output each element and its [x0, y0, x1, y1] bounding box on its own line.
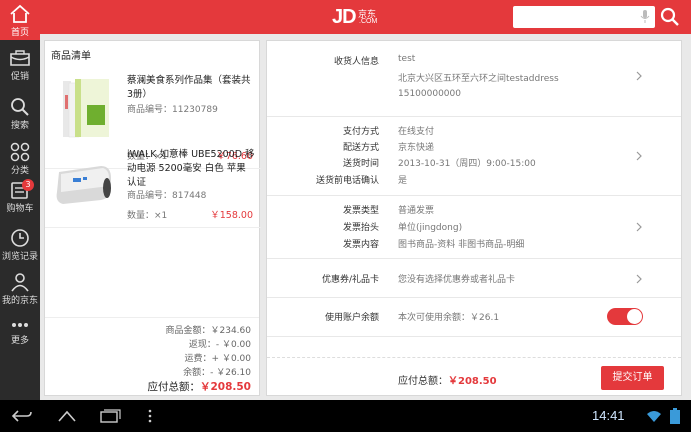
- nav-category-label: 分类: [10, 166, 29, 176]
- power-bank-image: [56, 166, 111, 204]
- chevron-right-icon: [636, 151, 642, 161]
- nav-search[interactable]: 搜索: [0, 97, 40, 147]
- address-row: 北京大兴区五环至六环之间testaddress: [398, 74, 559, 84]
- promo-icon: [10, 50, 30, 66]
- invoice-section[interactable]: 发票类型 普通发票 发票抬头 单位(jingdong) 发票内容 图书商品-资料 非图…: [267, 197, 681, 259]
- logo-text: JD: [332, 6, 357, 28]
- product-price: ￥158.00: [210, 210, 253, 221]
- nav-home[interactable]: 首页: [0, 0, 40, 40]
- summary-row: 商品金额：￥234.60: [165, 326, 251, 336]
- more-icon: [12, 323, 28, 327]
- invoice-row: 发票类型 普通发票: [342, 206, 435, 216]
- book-set-image: [63, 79, 109, 138]
- summary-row: 返现：- ￥0.00: [188, 340, 251, 350]
- battery-icon: [670, 408, 680, 424]
- phone-row: 15100000000: [398, 89, 461, 99]
- nav-history-label: 浏览记录: [1, 252, 38, 262]
- search-button-icon[interactable]: [660, 7, 680, 27]
- search-box: [513, 6, 655, 28]
- home-nav-icon[interactable]: [55, 408, 79, 424]
- top-bar: JD 京东 .COM: [0, 0, 691, 34]
- microphone-icon[interactable]: [640, 10, 650, 24]
- delivery-section[interactable]: 支付方式 在线支付 配送方式 京东快递 送货时间 2013-10-31（周四）9:00…: [267, 118, 681, 196]
- summary-row: 余额：- ￥26.10: [183, 368, 251, 378]
- submit-order-button[interactable]: 提交订单: [601, 366, 664, 390]
- jd-logo: JD 京东 .COM: [332, 6, 392, 30]
- summary-row: 运费：+ ￥0.00: [184, 354, 251, 364]
- coupon-section[interactable]: 优惠券/礼品卡 您没有选择优惠券或者礼品卡: [267, 260, 681, 298]
- nav-promo[interactable]: 促销: [0, 48, 40, 98]
- cart-item[interactable]: iWALK 如意棒 UBE5200D 移动电源 5200毫安 白色 苹果认证 商…: [45, 144, 261, 228]
- nav-more-label: 更多: [10, 336, 29, 346]
- user-icon: [11, 273, 29, 292]
- toggle-knob: [627, 309, 642, 324]
- cart-total: 应付总额：￥208.50: [147, 381, 251, 393]
- product-name[interactable]: 蔡澜美食系列作品集（套装共3册）: [127, 74, 255, 102]
- search-input[interactable]: [513, 6, 633, 28]
- balance-section: 使用账户余额 本次可使用余额：￥26.1: [267, 299, 681, 337]
- delivery-row: 送货前电话确认是: [315, 176, 408, 186]
- nav-cart[interactable]: 3 购物车: [0, 179, 40, 230]
- nav-cart-label: 购物车: [6, 204, 34, 214]
- logo-com-text: .COM: [359, 18, 378, 25]
- chevron-right-icon: [636, 71, 642, 81]
- cart-title: 商品清单: [51, 51, 91, 62]
- product-qty: 数量：×1: [127, 211, 168, 221]
- search-icon: [11, 98, 29, 116]
- nav-home-label: 首页: [10, 28, 29, 38]
- chevron-right-icon: [636, 274, 642, 284]
- balance-toggle[interactable]: [607, 308, 643, 325]
- summary-divider: [45, 317, 259, 318]
- product-code: 商品编号：11230789: [127, 105, 218, 115]
- nav-search-label: 搜索: [10, 121, 29, 131]
- wifi-icon: [647, 411, 661, 422]
- app-window: JD 京东 .COM 首页 促销 搜索 分类 3 购物车 浏览记录 我的京东 更…: [0, 0, 691, 432]
- product-name[interactable]: iWALK 如意棒 UBE5200D 移动电源 5200毫安 白色 苹果认证: [127, 148, 255, 190]
- clock: 14:41: [592, 408, 625, 423]
- order-panel: 收货人信息 test 北京大兴区五环至六环之间testaddress 151000…: [266, 40, 682, 396]
- product-code: 商品编号：817448: [127, 191, 207, 201]
- category-icon: [10, 142, 30, 162]
- receiver-row: 收货人信息 test: [333, 54, 416, 67]
- cart-panel: 商品清单 蔡澜美食系列作品集（套装共3册） 商品编号：11230789 数量：×…: [44, 40, 261, 396]
- order-total: 应付总额：￥208.50: [398, 376, 497, 387]
- delivery-row: 配送方式 京东快递: [342, 143, 435, 153]
- receiver-section[interactable]: 收货人信息 test 北京大兴区五环至六环之间testaddress 151000…: [267, 41, 681, 117]
- history-icon: [11, 229, 29, 247]
- nav-account-label: 我的京东: [1, 296, 38, 306]
- nav-promo-label: 促销: [10, 72, 29, 82]
- sidebar: 首页 促销 搜索 分类 3 购物车 浏览记录 我的京东 更多: [0, 0, 40, 400]
- chevron-right-icon: [636, 222, 642, 232]
- delivery-row: 支付方式 在线支付: [342, 127, 435, 137]
- home-icon: [10, 4, 30, 23]
- order-footer: 应付总额：￥208.50 提交订单: [267, 357, 681, 397]
- nav-more[interactable]: 更多: [0, 318, 40, 368]
- coupon-row: 优惠券/礼品卡 您没有选择优惠券或者礼品卡: [321, 275, 516, 285]
- cart-badge: 3: [22, 179, 34, 191]
- nav-history[interactable]: 浏览记录: [0, 228, 40, 278]
- back-icon[interactable]: [10, 408, 34, 424]
- invoice-row: 发票内容 图书商品-资料 非图书商品-明细: [342, 240, 525, 250]
- nav-account[interactable]: 我的京东: [0, 272, 40, 322]
- system-bar: 14:41: [0, 400, 691, 432]
- delivery-row: 送货时间 2013-10-31（周四）9:00-15:00: [342, 159, 536, 169]
- recent-apps-icon[interactable]: [98, 408, 122, 424]
- invoice-row: 发票抬头 单位(jingdong): [342, 223, 463, 233]
- menu-icon[interactable]: [146, 408, 154, 424]
